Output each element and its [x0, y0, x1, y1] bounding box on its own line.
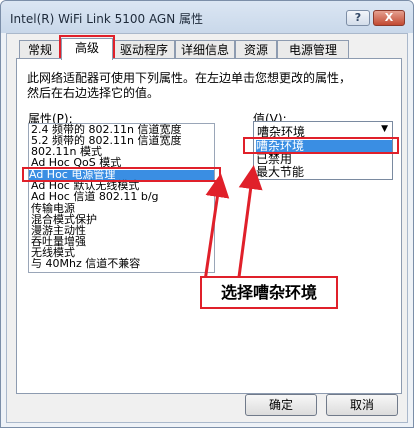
title-bar[interactable]: Intel(R) WiFi Link 5100 AGN 属性 ? X	[1, 1, 413, 33]
ok-button[interactable]: 确定	[245, 394, 317, 416]
tab-details[interactable]: 详细信息	[175, 40, 235, 59]
properties-window: Intel(R) WiFi Link 5100 AGN 属性 ? X 常规 高级…	[0, 0, 414, 428]
dialog-client: 常规 高级 驱动程序 详细信息 资源 电源管理 此网络适配器可使用下列属性。在左…	[6, 33, 408, 423]
close-button[interactable]: X	[373, 10, 405, 26]
tab-general[interactable]: 常规	[19, 40, 61, 59]
callout-label: 选择嘈杂环境	[200, 276, 338, 309]
tab-advanced[interactable]: 高级	[61, 38, 113, 60]
arrow-to-value	[237, 165, 263, 278]
tab-resources[interactable]: 资源	[235, 40, 277, 59]
tab-driver[interactable]: 驱动程序	[113, 40, 175, 59]
window-title: Intel(R) WiFi Link 5100 AGN 属性	[10, 12, 204, 26]
advanced-panel: 此网络适配器可使用下列属性。在左边单击您想更改的属性， 然后在右边选择它的值。 …	[16, 58, 402, 394]
cancel-button[interactable]: 取消	[326, 394, 398, 416]
help-button[interactable]: ?	[346, 10, 370, 26]
arrow-to-property	[203, 173, 230, 282]
tab-power-management[interactable]: 电源管理	[277, 40, 349, 59]
annotation-arrows	[203, 165, 263, 282]
